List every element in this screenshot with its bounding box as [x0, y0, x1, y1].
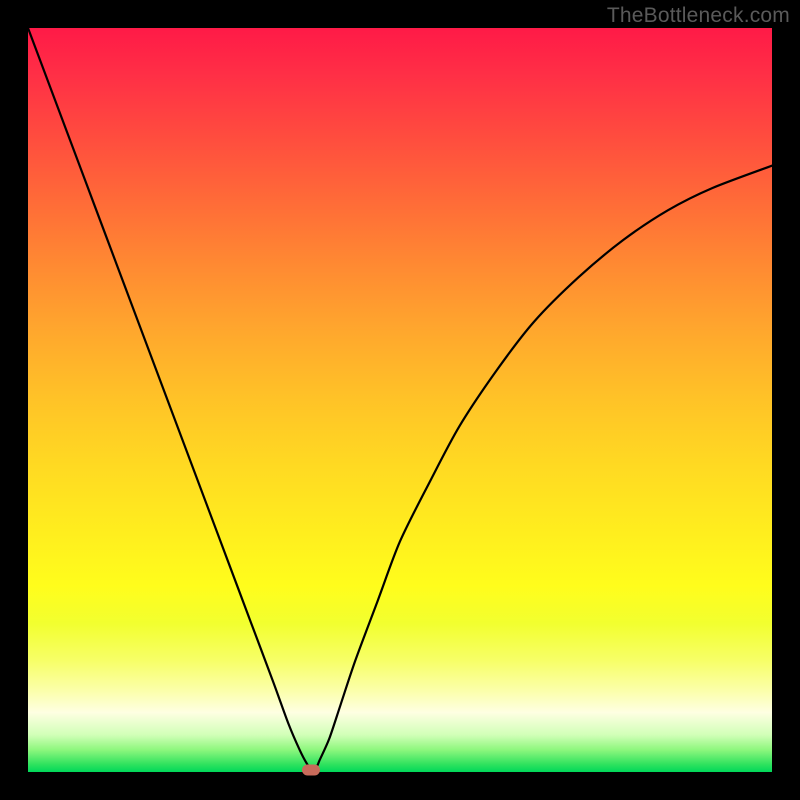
minimum-marker	[302, 764, 320, 775]
chart-container: TheBottleneck.com	[0, 0, 800, 800]
bottleneck-curve	[28, 28, 772, 772]
plot-area	[28, 28, 772, 772]
watermark-text: TheBottleneck.com	[607, 4, 790, 28]
